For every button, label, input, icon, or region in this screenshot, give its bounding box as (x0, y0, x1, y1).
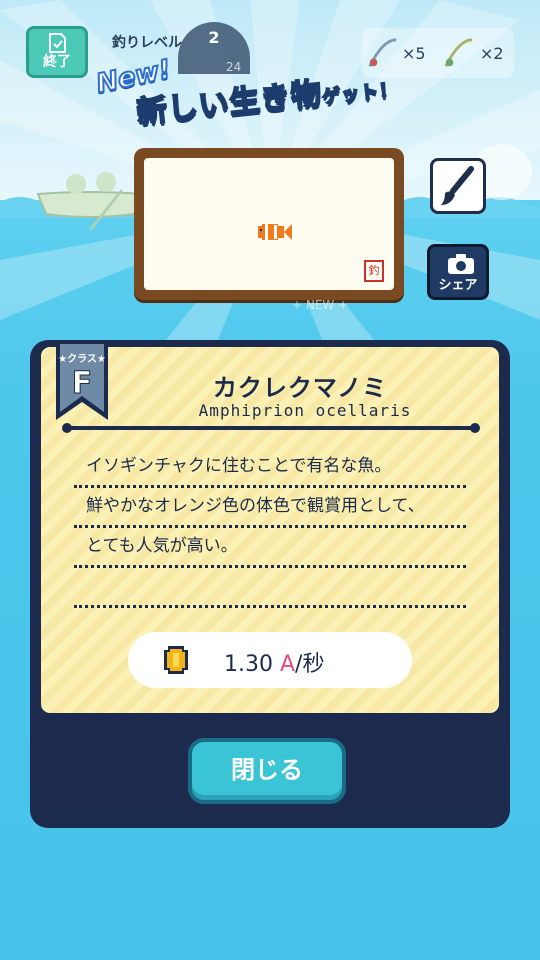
level-progress-text: 24 (226, 60, 242, 74)
share-button-label: シェア (438, 278, 478, 293)
description-line-3: とても人気が高い。 (74, 528, 466, 568)
income-rate-unit: A (279, 652, 296, 677)
coin-icon (164, 646, 188, 674)
fishing-rod-gold-icon (444, 38, 473, 67)
fishing-level-label: 釣りレベル (112, 35, 182, 51)
item2-count: ×2 (480, 44, 504, 63)
income-rate-pill: 1.30 A/秒 (128, 632, 412, 688)
end-button[interactable]: 終了 (26, 26, 88, 78)
signature-stamp: 釣 (364, 260, 384, 282)
class-letter: F (71, 366, 93, 402)
document-icon (49, 33, 66, 53)
item1-count: ×5 (402, 44, 426, 63)
title-divider (62, 423, 480, 433)
banner-title-suffix: ゲット！ (320, 78, 400, 109)
clownfish-icon (258, 224, 292, 240)
fishing-level-value: 2 (208, 28, 220, 47)
income-rate-per: /秒 (295, 652, 325, 677)
class-label: ★クラス★ (58, 354, 106, 365)
new-faint-label: + NEW + (292, 298, 349, 312)
camera-icon (448, 254, 474, 274)
picture-canvas: 釣 (144, 158, 394, 290)
description-line-2: 鮮やかなオレンジ色の体色で観賞用として、 (74, 488, 466, 528)
boat-illustration (36, 172, 144, 230)
creature-name-scientific: Amphiprion ocellaris (198, 401, 412, 420)
creature-name-japanese: カクレクマノミ (212, 374, 388, 402)
income-rate: 1.30 A/秒 (224, 646, 324, 678)
share-button[interactable]: シェア (427, 244, 489, 300)
game-screen: 終了 釣りレベル 2 24 ×5 ×2 New! 新しい生き物ゲット！ 釣 シェ… (0, 0, 540, 960)
catch-picture-frame: 釣 (134, 148, 404, 300)
paint-brush-icon (441, 166, 474, 205)
paint-brush-button[interactable] (430, 158, 486, 214)
description-line-4 (74, 568, 466, 608)
end-button-label: 終了 (43, 54, 71, 70)
description-line-1: イソギンチャクに住むことで有名な魚。 (74, 448, 466, 488)
income-rate-value: 1.30 (224, 652, 273, 677)
close-button[interactable]: 閉じる (188, 738, 346, 804)
